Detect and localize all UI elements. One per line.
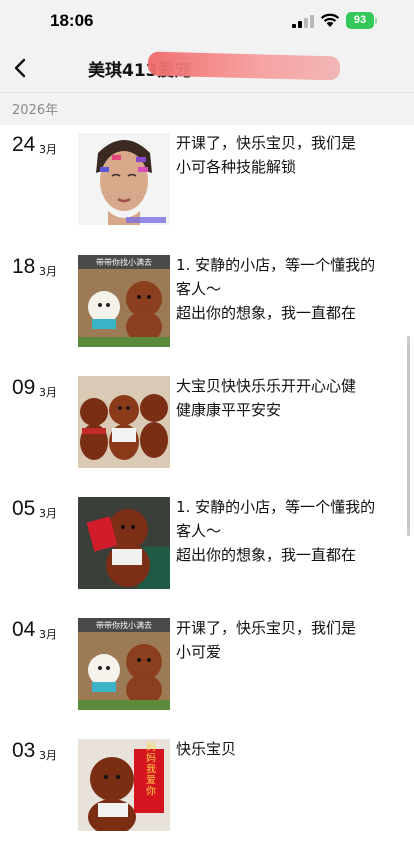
year-label: 2026年: [12, 103, 59, 118]
post-month: 3月: [39, 265, 57, 278]
year-header: 2026年: [0, 92, 414, 125]
dog-photo: 妈妈我爱你: [78, 739, 170, 831]
status-time: 18:06: [50, 11, 94, 30]
portrait-image: [78, 133, 170, 225]
back-button[interactable]: [6, 52, 38, 84]
scroll-indicator[interactable]: [407, 336, 410, 536]
post-thumbnail[interactable]: [78, 133, 170, 225]
post-item[interactable]: 05 3月 1. 安静的小店，等一个懂我的 客人～ 超出你的想象，我一直都在: [0, 497, 414, 607]
post-thumbnail[interactable]: [78, 497, 170, 589]
post-day: 18: [12, 255, 36, 278]
post-text: 开课了，快乐宝贝，我们是 小可爱: [176, 616, 400, 664]
wifi-icon: [320, 13, 340, 27]
post-day: 05: [12, 497, 36, 520]
dog-photo: [78, 497, 170, 589]
post-text: 快乐宝贝: [176, 737, 400, 761]
battery-icon: 93: [346, 12, 374, 29]
post-text-line: 小可爱: [176, 643, 222, 661]
post-day: 09: [12, 376, 36, 399]
dogs-photo: 带带你找小满去: [78, 255, 170, 347]
post-text: 1. 安静的小店，等一个懂我的 客人～ 超出你的想象，我一直都在: [176, 495, 400, 567]
post-month: 3月: [39, 749, 57, 762]
post-month: 3月: [39, 143, 57, 156]
post-text-line: 开课了，快乐宝贝，我们是: [176, 134, 357, 152]
post-thumbnail[interactable]: 带带你找小满去: [78, 618, 170, 710]
post-text-line: 开课了，快乐宝贝，我们是: [176, 619, 357, 637]
post-month: 3月: [39, 386, 57, 399]
post-text-line: 超出你的想象，我一直都在: [176, 304, 357, 322]
thumb-caption: 带带你找小满去: [96, 620, 152, 630]
signal-icon: [292, 15, 314, 28]
post-item[interactable]: 18 3月 带带你找小满去 1. 安静的小店，等一个懂我的 客人～ 超出你的想象…: [0, 255, 414, 365]
post-month: 3月: [39, 507, 57, 520]
post-text-line: 1. 安静的小店，等一个懂我的: [176, 256, 376, 274]
post-item[interactable]: 24 3月 开课了，快乐宝贝，我们是 小可各种技能解锁: [0, 133, 414, 243]
post-day: 03: [12, 739, 36, 762]
post-thumbnail[interactable]: 带带你找小满去: [78, 255, 170, 347]
post-text: 开课了，快乐宝贝，我们是 小可各种技能解锁: [176, 131, 400, 179]
nav-bar: 美琪413爱宠: [0, 44, 414, 92]
post-thumbnail[interactable]: [78, 376, 170, 468]
post-day: 04: [12, 618, 36, 641]
post-text-line: 大宝贝快快乐乐开开心心健: [176, 377, 357, 395]
post-thumbnail[interactable]: 妈妈我爱你: [78, 739, 170, 831]
post-text-line: 健康康平平安安: [176, 401, 282, 419]
thumb-caption: 带带你找小满去: [96, 257, 152, 267]
battery-level: 93: [353, 14, 367, 26]
post-item[interactable]: 04 3月 带带你找小满去 开课了，快乐宝贝，我们是 小可爱: [0, 618, 414, 728]
post-item[interactable]: 03 3月 妈妈我爱你 快乐宝贝: [0, 739, 414, 849]
dogs-photo: [78, 376, 170, 468]
red-card-caption: 妈妈我爱你: [144, 740, 156, 796]
post-text: 大宝贝快快乐乐开开心心健 健康康平平安安: [176, 374, 400, 422]
post-item[interactable]: 09 3月 大宝贝快快乐乐开开心心健 健康康平平安安: [0, 376, 414, 486]
battery-tip: [375, 18, 377, 24]
post-text-line: 客人～: [176, 280, 222, 298]
post-day: 24: [12, 133, 36, 156]
dogs-photo: 带带你找小满去: [78, 618, 170, 710]
post-month: 3月: [39, 628, 57, 641]
chevron-left-icon: [14, 58, 26, 78]
redaction-mark: [147, 51, 341, 81]
status-bar: 18:06 93: [0, 0, 414, 44]
post-text-line: 客人～: [176, 522, 222, 540]
post-text-line: 1. 安静的小店，等一个懂我的: [176, 498, 376, 516]
post-text-line: 小可各种技能解锁: [176, 158, 297, 176]
post-text-line: 超出你的想象，我一直都在: [176, 546, 357, 564]
post-text: 1. 安静的小店，等一个懂我的 客人～ 超出你的想象，我一直都在: [176, 253, 400, 325]
post-text-line: 快乐宝贝: [176, 740, 237, 758]
